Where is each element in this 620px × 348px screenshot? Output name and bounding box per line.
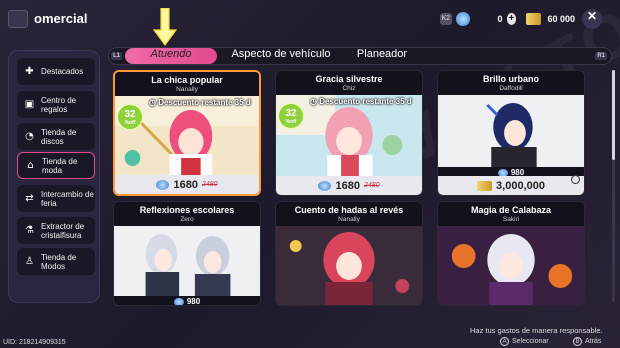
- tab-atuendo[interactable]: Atuendo: [125, 48, 217, 64]
- discount-badge: 32 %off: [278, 103, 304, 129]
- sidebar-item-label: Intercambio de feria: [41, 189, 94, 208]
- character-artwork: [438, 226, 584, 305]
- mode-icon: ♙: [25, 256, 34, 267]
- card-subtitle: Nanally: [176, 86, 198, 93]
- limited-seal-icon: [571, 175, 580, 184]
- select-label: Seleccionar: [512, 338, 549, 345]
- sidebar-item-label: Tienda de Modos: [41, 252, 77, 271]
- card-subtitle: Daffodill: [499, 85, 523, 92]
- outfit-card-reflexiones-escolares[interactable]: Reflexiones escolares Zero 980: [113, 201, 261, 306]
- flask-icon: ⚗: [25, 225, 34, 236]
- card-subtitle: Chiz: [342, 85, 356, 92]
- price-bar: 1680 2480: [276, 176, 422, 195]
- card-title: La chica popular: [151, 75, 223, 85]
- category-tabs: L1 Atuendo Aspecto de vehículo Planeador…: [108, 47, 612, 65]
- star-box-icon: ✚: [25, 66, 34, 77]
- discount-remaining: ◷ Descuento restante 35 d: [310, 97, 412, 106]
- scrollbar[interactable]: [612, 70, 615, 302]
- uid-label: UID: 218214909315: [3, 339, 66, 346]
- tab-planeador[interactable]: Planeador: [347, 48, 417, 64]
- scroll-thumb[interactable]: [612, 70, 615, 160]
- ticket-amount: 60 000: [547, 14, 575, 24]
- card-header: Reflexiones escolares Zero: [114, 202, 260, 226]
- old-price: 2480: [363, 182, 380, 189]
- tab-aspecto-vehiculo[interactable]: Aspecto de vehículo: [221, 48, 341, 64]
- price-bar: 3,000,000: [438, 176, 584, 195]
- discount-remaining: ◷ Descuento restante 35 d: [149, 98, 251, 107]
- add-gems-button[interactable]: +: [506, 13, 517, 25]
- sidebar-item-tienda-modos[interactable]: ♙ Tienda de Modos: [17, 248, 95, 275]
- sidebar-item-label: Tienda de moda: [42, 156, 78, 175]
- ticket-icon: [477, 180, 493, 191]
- card-header: La chica popular Nanally: [115, 72, 259, 96]
- level-badge: K2: [440, 13, 452, 25]
- outfit-card-magia-de-calabaza[interactable]: Magia de Calabaza Sakiri: [437, 201, 585, 306]
- price: 1680: [335, 179, 360, 192]
- a-button-icon: A: [500, 337, 509, 346]
- back-hint[interactable]: B Atrás: [573, 337, 601, 346]
- card-title: Reflexiones escolares: [139, 205, 235, 215]
- gem-price-row: 980: [114, 296, 260, 306]
- price-bar: 1680 2480: [115, 175, 259, 194]
- sidebar-item-destacados[interactable]: ✚ Destacados: [17, 58, 95, 85]
- responsible-spending-note: Haz tus gastos de manera responsable.: [470, 326, 603, 335]
- sidebar-item-label: Extractor de cristalfisura: [41, 221, 85, 240]
- gem-icon: [173, 297, 184, 305]
- outfit-card-la-chica-popular[interactable]: La chica popular Nanally 32 %off ◷ Descue…: [113, 70, 261, 196]
- card-subtitle: Zero: [180, 216, 194, 223]
- back-label: Atrás: [585, 338, 602, 345]
- ticket-price: 3,000,000: [496, 179, 545, 192]
- shop-cart-icon: [8, 10, 28, 28]
- character-artwork: [114, 226, 260, 296]
- select-hint[interactable]: A Seleccionar: [500, 337, 549, 346]
- card-header: Brillo urbano Daffodill: [438, 71, 584, 95]
- gift-icon: ▣: [24, 99, 35, 110]
- sidebar-item-label: Centro de regalos: [41, 95, 77, 114]
- card-title: Magia de Calabaza: [470, 205, 552, 215]
- gem-icon: [318, 180, 332, 191]
- outfit-card-gracia-silvestre[interactable]: Gracia silvestre Chiz 32 %off ◷ Descuento…: [275, 70, 423, 196]
- top-bar: omercial K2 0 + 60 000 ✕: [0, 0, 620, 38]
- exchange-icon: ⇄: [25, 193, 34, 204]
- arrow-down-icon: [153, 8, 177, 46]
- card-header: Cuento de hadas al revés Nanally: [276, 202, 422, 226]
- sidebar-item-tienda-moda[interactable]: ⌂ Tienda de moda: [17, 152, 95, 179]
- outfit-card-brillo-urbano[interactable]: Brillo urbano Daffodill 980 3,000,000: [437, 70, 585, 196]
- outfit-card-cuento-de-hadas[interactable]: Cuento de hadas al revés Nanally: [275, 201, 423, 306]
- card-header: Gracia silvestre Chiz: [276, 71, 422, 95]
- page-title: omercial: [34, 11, 88, 26]
- old-price: 2480: [201, 181, 218, 188]
- l1-hint: L1: [111, 52, 123, 60]
- b-button-icon: B: [573, 337, 582, 346]
- sidebar-item-intercambio-feria[interactable]: ⇄ Intercambio de feria: [17, 185, 95, 212]
- gem-icon: [455, 12, 471, 26]
- character-artwork: [438, 95, 584, 167]
- gem-icon: [156, 179, 170, 190]
- hanger-icon: ⌂: [27, 160, 34, 171]
- character-artwork: [276, 226, 422, 305]
- discount-badge: 32 %off: [117, 104, 143, 130]
- sidebar-item-label: Tienda de discos: [41, 127, 77, 146]
- disc-icon: ◔: [25, 131, 34, 142]
- sidebar-item-label: Destacados: [41, 67, 84, 76]
- ticket-icon: [526, 13, 542, 25]
- price: 980: [186, 297, 201, 306]
- currency-bar: K2 0 + 60 000: [440, 10, 575, 28]
- sidebar-item-extractor-cristalfisura[interactable]: ⚗ Extractor de cristalfisura: [17, 217, 95, 244]
- price: 1680: [173, 178, 198, 191]
- card-title: Gracia silvestre: [315, 74, 383, 84]
- card-title: Brillo urbano: [483, 74, 539, 84]
- r1-hint: R1: [595, 52, 607, 60]
- card-subtitle: Sakiri: [502, 216, 520, 223]
- gem-amount: 0: [497, 14, 503, 24]
- sidebar-item-tienda-discos[interactable]: ◔ Tienda de discos: [17, 123, 95, 150]
- close-button[interactable]: ✕: [582, 9, 602, 29]
- card-subtitle: Nanally: [338, 216, 360, 223]
- card-title: Cuento de hadas al revés: [294, 205, 404, 215]
- sidebar: ✚ Destacados ▣ Centro de regalos ◔ Tiend…: [8, 50, 100, 303]
- card-header: Magia de Calabaza Sakiri: [438, 202, 584, 226]
- sidebar-item-centro-regalos[interactable]: ▣ Centro de regalos: [17, 91, 95, 118]
